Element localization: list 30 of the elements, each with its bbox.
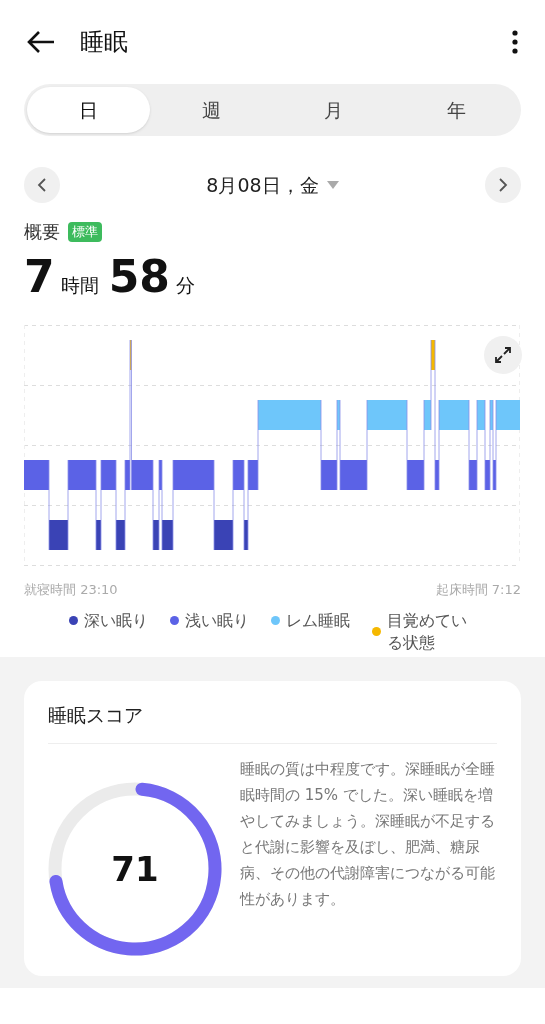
- legend-label: 目覚めている状態: [386, 609, 468, 654]
- summary-label: 概要: [24, 220, 60, 244]
- legend-label: 浅い眠り: [184, 609, 249, 632]
- chevron-left-icon: [37, 178, 47, 192]
- status-badge: 標準: [68, 221, 102, 242]
- sleep-minutes: 58: [108, 250, 170, 304]
- chevron-right-icon: [498, 178, 508, 192]
- card-title: 睡眠スコア: [48, 702, 144, 728]
- period-tab[interactable]: 月: [272, 87, 396, 133]
- more-menu-icon[interactable]: [511, 29, 519, 55]
- legend-label: 深い眠り: [83, 609, 148, 632]
- score-value: 71: [110, 847, 160, 891]
- legend-label: レム睡眠: [285, 609, 350, 632]
- wake-time-label: 起床時間 7:12: [435, 581, 521, 599]
- period-tab[interactable]: 日: [27, 87, 150, 133]
- score-description: 睡眠の質は中程度です。深睡眠が全睡眠時間の 15% でした。深い睡眠を増やしてみましょう。深睡眠が不足すると代謝に影響を及ぼし、肥満、糖尿病、その他の代謝障害につながる可能性があります。: [240, 759, 496, 910]
- period-tab[interactable]: 年: [395, 87, 518, 133]
- back-arrow-icon[interactable]: [26, 30, 56, 54]
- dropdown-caret-icon: [326, 181, 339, 189]
- minutes-unit: 分: [175, 273, 195, 298]
- bedtime-label: 就寝時間 23:10: [24, 581, 118, 599]
- next-day-button[interactable]: [485, 167, 521, 203]
- expand-button[interactable]: [484, 336, 522, 374]
- page-title: 睡眠: [80, 27, 128, 58]
- period-tab[interactable]: 週: [149, 87, 273, 133]
- previous-day-button[interactable]: [24, 167, 60, 203]
- expand-icon: [494, 346, 512, 364]
- hours-unit: 時間: [60, 273, 99, 298]
- date-selector[interactable]: 8月08日，金: [206, 170, 339, 200]
- sleep-hours: 7: [24, 250, 55, 304]
